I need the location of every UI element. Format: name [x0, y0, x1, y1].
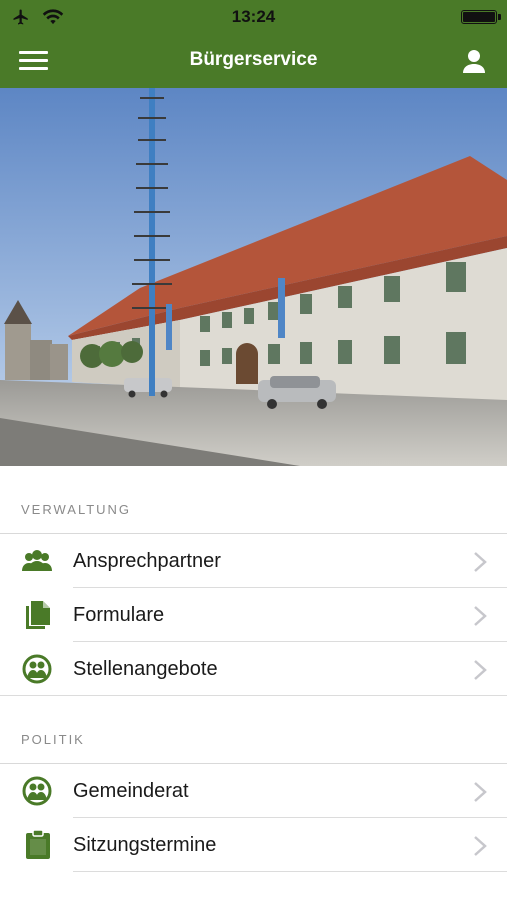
section-header-verwaltung: VERWALTUNG — [21, 502, 132, 517]
list-item-label: Gemeinderat — [73, 780, 189, 802]
list-item-label: Formulare — [73, 604, 165, 626]
chevron-right-icon — [474, 552, 487, 572]
status-time: 13:24 — [231, 7, 276, 26]
user-profile-icon[interactable] — [461, 48, 487, 74]
people-circle-icon — [22, 654, 52, 684]
list-item-label: Sitzungstermine — [73, 834, 217, 856]
people-circle-icon — [22, 776, 52, 806]
battery-icon — [461, 10, 501, 24]
list-item-stellenangebote[interactable]: Stellenangebote — [0, 642, 507, 696]
nav-bar: Bürgerservice — [0, 34, 507, 88]
section-header-politik: POLITIK — [21, 732, 85, 747]
chevron-right-icon — [474, 782, 487, 802]
list-item-label: Stellenangebote — [73, 658, 218, 680]
contacts-icon — [22, 547, 52, 575]
status-bar: 13:24 — [0, 0, 507, 34]
clipboard-icon — [22, 829, 52, 859]
chevron-right-icon — [474, 836, 487, 856]
chevron-right-icon — [474, 606, 487, 626]
chevron-right-icon — [474, 660, 487, 680]
documents-icon — [22, 601, 52, 629]
hero-image — [0, 88, 507, 466]
list-item-sitzungstermine[interactable]: Sitzungstermine — [0, 818, 507, 872]
list-item-gemeinderat[interactable]: Gemeinderat — [0, 764, 507, 818]
list-item-formulare[interactable]: Formulare — [0, 588, 507, 642]
page-title: Bürgerservice — [189, 49, 318, 70]
list-item-label: Ansprechpartner — [73, 550, 221, 572]
list-item-ansprechpartner[interactable]: Ansprechpartner — [0, 534, 507, 588]
